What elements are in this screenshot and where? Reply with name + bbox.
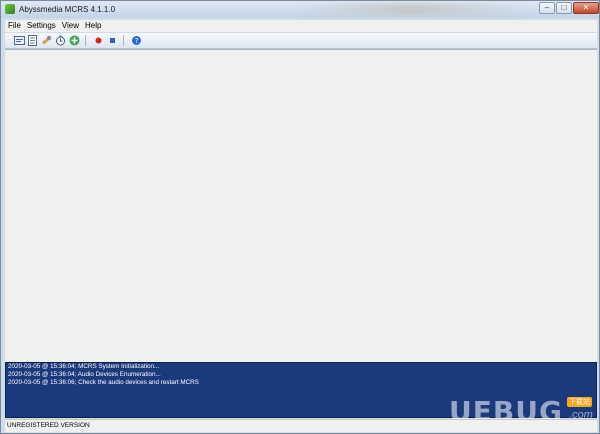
stop-icon[interactable]	[107, 35, 118, 46]
add-icon[interactable]	[69, 35, 80, 46]
toolbar: ?	[5, 33, 597, 49]
status-bar: UNREGISTERED VERSION	[5, 419, 597, 432]
help-icon[interactable]: ?	[131, 35, 142, 46]
main-content-area[interactable]	[5, 49, 597, 362]
app-icon	[5, 4, 15, 14]
toolbar-separator	[85, 35, 86, 46]
devices-icon[interactable]	[41, 35, 52, 46]
list-icon[interactable]	[27, 35, 38, 46]
menu-settings[interactable]: Settings	[24, 20, 59, 32]
maximize-button[interactable]: □	[556, 2, 572, 14]
main-window: Abyssmedia MCRS 4.1.1.0 – □ ✕ File Settin…	[0, 0, 600, 434]
menu-help[interactable]: Help	[82, 20, 104, 32]
title-bar[interactable]: Abyssmedia MCRS 4.1.1.0 – □ ✕	[1, 1, 599, 18]
close-button[interactable]: ✕	[573, 2, 599, 14]
window-title: Abyssmedia MCRS 4.1.1.0	[19, 5, 116, 14]
log-icon[interactable]	[14, 35, 25, 46]
menu-view[interactable]: View	[59, 20, 82, 32]
menu-file[interactable]: File	[5, 20, 24, 32]
record-icon[interactable]	[93, 35, 104, 46]
menu-bar: File Settings View Help	[5, 20, 597, 32]
status-text: UNREGISTERED VERSION	[7, 422, 90, 429]
watermark-badge: 下载站	[567, 397, 592, 407]
log-line: 2020-03-05 @ 15:36:04; Audio Devices Enu…	[8, 371, 161, 378]
title-bar-blur	[296, 3, 526, 15]
toolbar-separator	[123, 35, 124, 46]
minimize-button[interactable]: –	[539, 2, 555, 14]
log-line: 2020-03-05 @ 15:36:04; MCRS System Initi…	[8, 363, 160, 370]
schedule-icon[interactable]	[55, 35, 66, 46]
log-line: 2020-03-05 @ 15:36:06; Check the audio d…	[8, 379, 199, 386]
svg-text:?: ?	[135, 37, 139, 45]
